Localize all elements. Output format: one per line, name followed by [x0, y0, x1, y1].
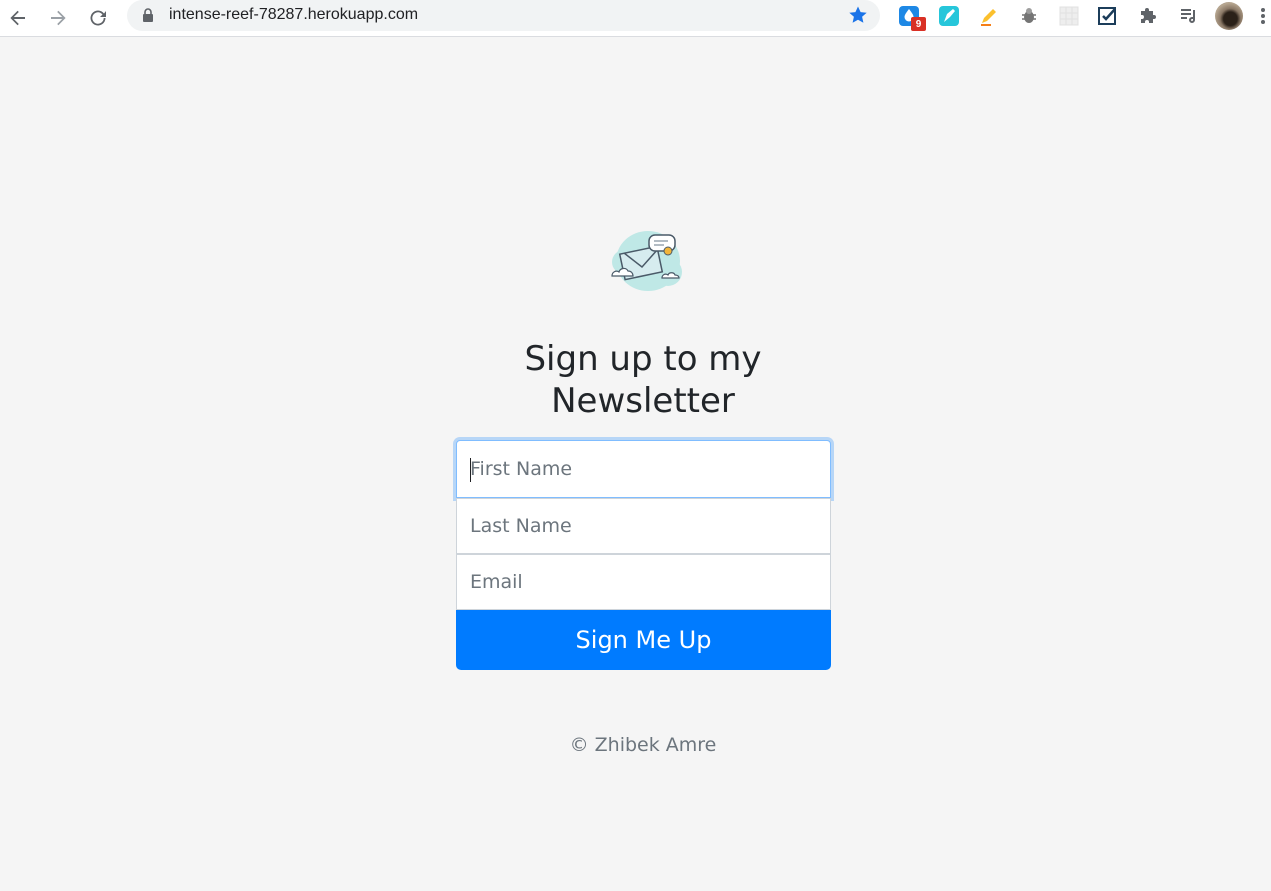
highlighter-extension-icon[interactable]	[977, 4, 1001, 28]
url-text[interactable]: intense-reef-78287.herokuapp.com	[169, 6, 418, 24]
text-caret	[470, 458, 471, 482]
footer-copyright: © Zhibek Amre	[569, 734, 717, 756]
bug-extension-icon[interactable]	[1017, 4, 1041, 28]
browser-toolbar: intense-reef-78287.herokuapp.com 9	[0, 0, 1271, 37]
extension-badge: 9	[911, 17, 926, 31]
email-input[interactable]	[456, 554, 831, 610]
bookmark-star-icon[interactable]	[848, 5, 868, 30]
newsletter-envelope-icon	[606, 226, 686, 301]
profile-avatar[interactable]	[1215, 2, 1243, 30]
pen-tablet-extension-icon[interactable]	[937, 4, 961, 28]
sign-up-button[interactable]: Sign Me Up	[456, 610, 831, 670]
forward-icon[interactable]	[44, 4, 72, 32]
reload-icon[interactable]	[84, 4, 112, 32]
first-name-input[interactable]	[456, 440, 831, 498]
menu-dots-icon[interactable]	[1256, 4, 1270, 28]
checkbox-extension-icon[interactable]	[1096, 4, 1120, 28]
address-bar[interactable]: intense-reef-78287.herokuapp.com	[127, 0, 880, 31]
extensions-puzzle-icon[interactable]	[1137, 4, 1161, 28]
lock-icon[interactable]	[142, 8, 154, 27]
media-queue-icon[interactable]	[1177, 4, 1201, 28]
grid-extension-icon[interactable]	[1057, 4, 1081, 28]
last-name-input[interactable]	[456, 498, 831, 554]
page-title: Sign up to my Newsletter	[524, 339, 762, 421]
back-icon[interactable]	[4, 4, 32, 32]
